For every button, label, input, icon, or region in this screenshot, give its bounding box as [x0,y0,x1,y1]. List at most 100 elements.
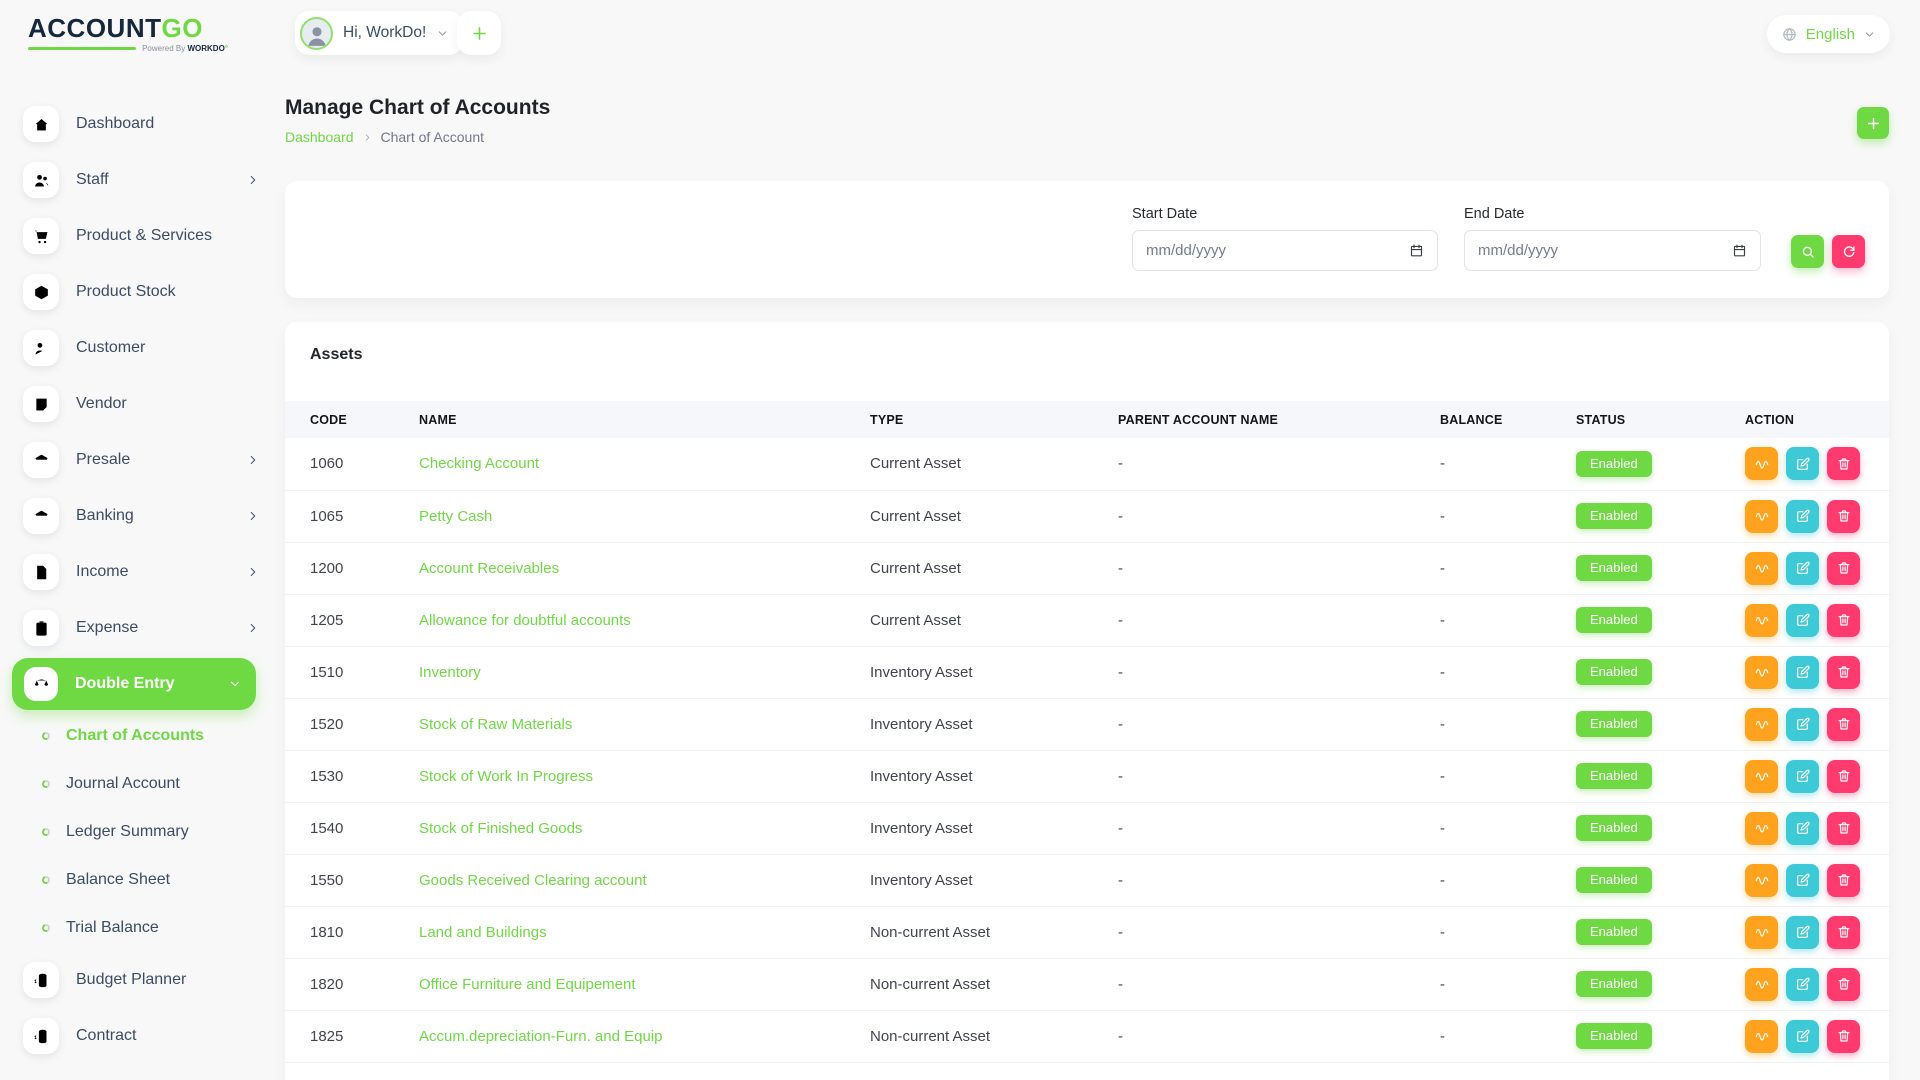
delete-button[interactable] [1827,708,1860,741]
sidebar-subitem-balance-sheet[interactable]: Balance Sheet [0,856,284,904]
sidebar-item-banking[interactable]: Banking [0,488,284,544]
sidebar-item-income[interactable]: Income [0,544,284,600]
calendar-icon[interactable] [1409,243,1424,258]
edit-button[interactable] [1786,916,1819,949]
edit-button[interactable] [1786,812,1819,845]
sidebar-subitem-label: Trial Balance [66,919,159,937]
sidebar-item-double-entry[interactable]: Double Entry [12,658,256,710]
sidebar-subitem-chart-of-accounts[interactable]: Chart of Accounts [0,712,284,760]
account-name-link[interactable]: Stock of Raw Materials [419,716,572,733]
sidebar-item-customer[interactable]: Customer [0,320,284,376]
parent-account-name: - [1094,594,1416,646]
apply-filter-button[interactable] [1791,235,1824,268]
edit-icon [1795,508,1811,524]
table-row: 1520Stock of Raw MaterialsInventory Asse… [285,698,1889,750]
row-actions [1745,968,1889,1001]
delete-button[interactable] [1827,968,1860,1001]
sidebar-item-expense[interactable]: Expense [0,600,284,656]
breadcrumb-dashboard-link[interactable]: Dashboard [285,129,354,145]
sidebar-item-budget-planner[interactable]: Budget Planner [0,952,284,1008]
user-menu[interactable]: Hi, WorkDo! [295,11,463,55]
reset-filter-button[interactable] [1832,235,1865,268]
delete-button[interactable] [1827,656,1860,689]
account-name-link[interactable]: Accum.depreciation-Furn. and Equip [419,1028,662,1045]
edit-icon [1795,716,1811,732]
transactions-button[interactable] [1745,500,1778,533]
transactions-button[interactable] [1745,968,1778,1001]
end-date-input[interactable]: mm/dd/yyyy [1464,230,1761,271]
delete-button[interactable] [1827,447,1860,480]
sidebar-subitem-ledger-summary[interactable]: Ledger Summary [0,808,284,856]
sidebar-item-presale[interactable]: Presale [0,432,284,488]
account-name-link[interactable]: Petty Cash [419,508,492,525]
edit-button[interactable] [1786,552,1819,585]
table-row: 1205Allowance for doubtful accountsCurre… [285,594,1889,646]
delete-button[interactable] [1827,760,1860,793]
sidebar-item-vendor[interactable]: Vendor [0,376,284,432]
transactions-button[interactable] [1745,656,1778,689]
trash-icon [1836,508,1852,524]
sidebar-item-label: Double Entry [75,675,175,693]
transactions-button[interactable] [1745,447,1778,480]
sidebar-item-dashboard[interactable]: Dashboard [0,96,284,152]
search-icon [1800,244,1816,260]
account-type: Inventory Asset [846,646,1094,698]
delete-button[interactable] [1827,812,1860,845]
trash-icon [1836,612,1852,628]
sidebar-item-staff[interactable]: Staff [0,152,284,208]
create-account-button[interactable] [1857,107,1889,139]
edit-button[interactable] [1786,500,1819,533]
edit-button[interactable] [1786,447,1819,480]
edit-button[interactable] [1786,708,1819,741]
delete-button[interactable] [1827,500,1860,533]
delete-button[interactable] [1827,552,1860,585]
delete-button[interactable] [1827,604,1860,637]
transactions-button[interactable] [1745,1020,1778,1053]
delete-button[interactable] [1827,1020,1860,1053]
sidebar-item-label: Budget Planner [76,971,186,989]
edit-button[interactable] [1786,604,1819,637]
account-name-link[interactable]: Stock of Finished Goods [419,820,582,837]
edit-button[interactable] [1786,760,1819,793]
account-name-link[interactable]: Checking Account [419,455,539,472]
table-header-row: CODENAMETYPEPARENT ACCOUNT NAMEBALANCEST… [285,401,1889,438]
sidebar-item-product-stock[interactable]: Product Stock [0,264,284,320]
transactions-button[interactable] [1745,708,1778,741]
transactions-button[interactable] [1745,552,1778,585]
transactions-button[interactable] [1745,916,1778,949]
account-type: Inventory Asset [846,802,1094,854]
edit-button[interactable] [1786,864,1819,897]
end-date-field: End Date mm/dd/yyyy [1464,206,1761,271]
transactions-button[interactable] [1745,760,1778,793]
sidebar-item-product-services[interactable]: Product & Services [0,208,284,264]
edit-button[interactable] [1786,656,1819,689]
account-name-link[interactable]: Goods Received Clearing account [419,872,647,889]
account-name-link[interactable]: Office Furniture and Equipement [419,976,636,993]
edit-icon [1795,1028,1811,1044]
account-balance: - [1416,698,1552,750]
transactions-button[interactable] [1745,864,1778,897]
edit-button[interactable] [1786,1020,1819,1053]
sidebar-subitem-journal-account[interactable]: Journal Account [0,760,284,808]
start-date-placeholder: mm/dd/yyyy [1146,242,1226,259]
sidebar-subitem-trial-balance[interactable]: Trial Balance [0,904,284,952]
calendar-icon[interactable] [1732,243,1747,258]
quick-add-button[interactable] [457,11,501,55]
start-date-input[interactable]: mm/dd/yyyy [1132,230,1438,271]
account-name-link[interactable]: Stock of Work In Progress [419,768,593,785]
account-name-link[interactable]: Account Receivables [419,560,559,577]
column-header-name: NAME [395,401,846,438]
sidebar-subitem-label: Ledger Summary [66,823,189,841]
account-name-link[interactable]: Allowance for doubtful accounts [419,612,631,629]
sidebar-item-contract[interactable]: Contract [0,1008,284,1064]
transactions-button[interactable] [1745,604,1778,637]
edit-button[interactable] [1786,968,1819,1001]
delete-button[interactable] [1827,916,1860,949]
language-selector[interactable]: English [1767,15,1890,53]
account-name-link[interactable]: Land and Buildings [419,924,547,941]
account-balance: - [1416,854,1552,906]
transactions-button[interactable] [1745,812,1778,845]
delete-button[interactable] [1827,864,1860,897]
account-name-link[interactable]: Inventory [419,664,481,681]
sidebar-item-label: Contract [76,1027,136,1045]
